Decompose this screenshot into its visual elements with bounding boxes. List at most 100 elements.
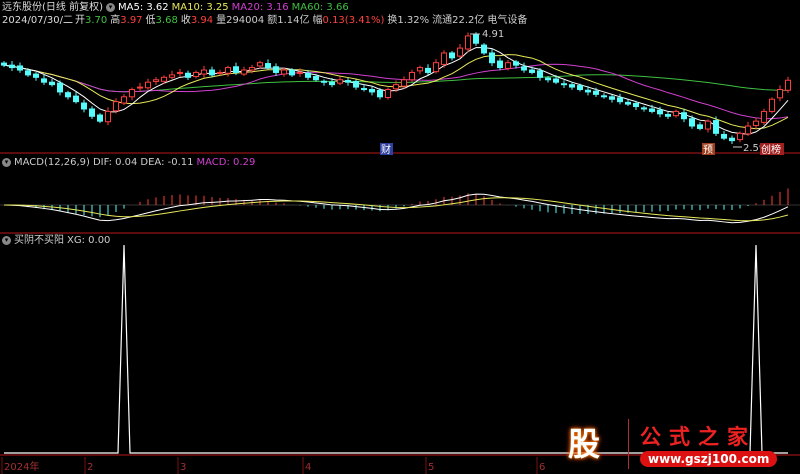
candle-body [457,47,463,57]
candle-body [105,110,111,123]
axis-label: 2024年 [4,460,39,473]
candle-body [529,69,535,73]
candle-body [705,120,711,130]
candle-body [185,72,191,78]
candle-body [385,89,391,99]
candle-body [585,89,591,93]
candle-body [89,108,95,117]
ma60-value: MA60: 3.66 [291,2,349,13]
candle-body [697,124,703,129]
axis-label: 4 [305,462,311,473]
candle-body [217,71,223,74]
candle-body [81,102,87,110]
change-value: 0.13(3.41%) [322,15,385,26]
candle-body [649,108,655,112]
dropdown-icon[interactable]: ▾ [2,235,11,245]
candle-body [265,63,271,69]
change-label: 幅 [312,15,323,26]
candle-body [233,66,239,73]
candle-body [513,61,519,66]
xg-value: XG: 0.00 [67,235,111,246]
candle-body [225,67,231,74]
candle-body [577,85,583,91]
event-marker: 预 [703,144,713,156]
candle-body [737,132,743,141]
candle-body [417,67,423,72]
date: 2024/07/30/二 [2,15,74,26]
candle-body [241,69,247,75]
macd-name: MACD(12,26,9) [14,157,90,168]
candle-body [305,72,311,78]
candle-body [465,35,471,50]
stock-chart[interactable]: 4.912.59财预创榜2024年 2 3 4 5 6 [0,0,800,474]
stock-name: 远东股份(日线 前复权) [2,2,103,13]
candle-body [553,78,559,83]
candle-body [153,79,159,82]
candle-body [193,71,199,78]
ma20-value: MA20: 3.16 [231,2,289,13]
price-header: 远东股份(日线 前复权) ▾ MA5: 3.62 MA10: 3.25 MA20: 3.… [2,2,352,14]
candle-body [545,77,551,81]
candle-body [449,52,455,59]
candle-body [561,83,567,86]
candle-body [361,88,367,91]
ma10-value: MA10: 3.25 [171,2,229,13]
candle-body [249,67,255,71]
candle-body [489,52,495,64]
candle-body [729,137,735,142]
candle-body [353,80,359,88]
candle-body [481,44,487,54]
candle-body [433,62,439,73]
open-value: 3.70 [85,15,108,26]
macd-header: ▾ MACD(12,26,9) DIF: 0.04 DEA: -0.11 MACD: 0… [2,157,258,169]
high-price-label: 4.91 [482,29,504,40]
candle-body [49,81,55,86]
candle-body [369,89,375,93]
watermark-logo: 股 公式之家 www.gszj100.com [560,415,800,474]
candle-body [41,78,47,83]
candle-body [97,114,103,122]
candle-body [377,89,383,98]
candle-body [297,71,303,74]
candle-body [721,133,727,139]
candle-body [121,96,127,104]
candle-body [769,98,775,112]
open-label: 开 [75,15,86,26]
candle-body [161,76,167,82]
logo-divider [628,419,629,469]
candle-body [177,71,183,74]
candle-body [289,69,295,76]
candle-body [209,69,215,76]
candle-body [569,84,575,88]
candle-body [321,80,327,83]
candle-body [441,52,447,65]
macd-value: MACD: 0.29 [196,157,256,168]
candle-body [521,66,527,71]
candle-body [617,97,623,103]
candle-body [625,101,631,105]
dea-value: DEA: -0.11 [140,157,194,168]
candle-body [393,84,399,90]
dropdown-icon[interactable]: ▾ [105,2,115,12]
volume: 量294004 [216,15,265,26]
candle-body [1,62,7,66]
candle-body [57,82,63,93]
candle-body [601,95,607,98]
candle-body [681,112,687,120]
candle-body [313,76,319,81]
candle-body [257,62,263,67]
candle-body [657,109,663,115]
high-label: 高 [110,15,121,26]
low-value: 3.68 [155,15,178,26]
dropdown-icon[interactable]: ▾ [2,157,11,167]
candle-body [641,107,647,110]
candle-body [65,92,71,98]
candle-body [473,34,479,44]
candle-body [73,95,79,103]
indicator-name: 买阴不买阳 [14,235,64,246]
candle-body [537,70,543,78]
event-marker: 财 [381,143,391,156]
axis-label: 2 [87,462,93,473]
candle-body [113,101,119,112]
candle-body [129,89,135,98]
